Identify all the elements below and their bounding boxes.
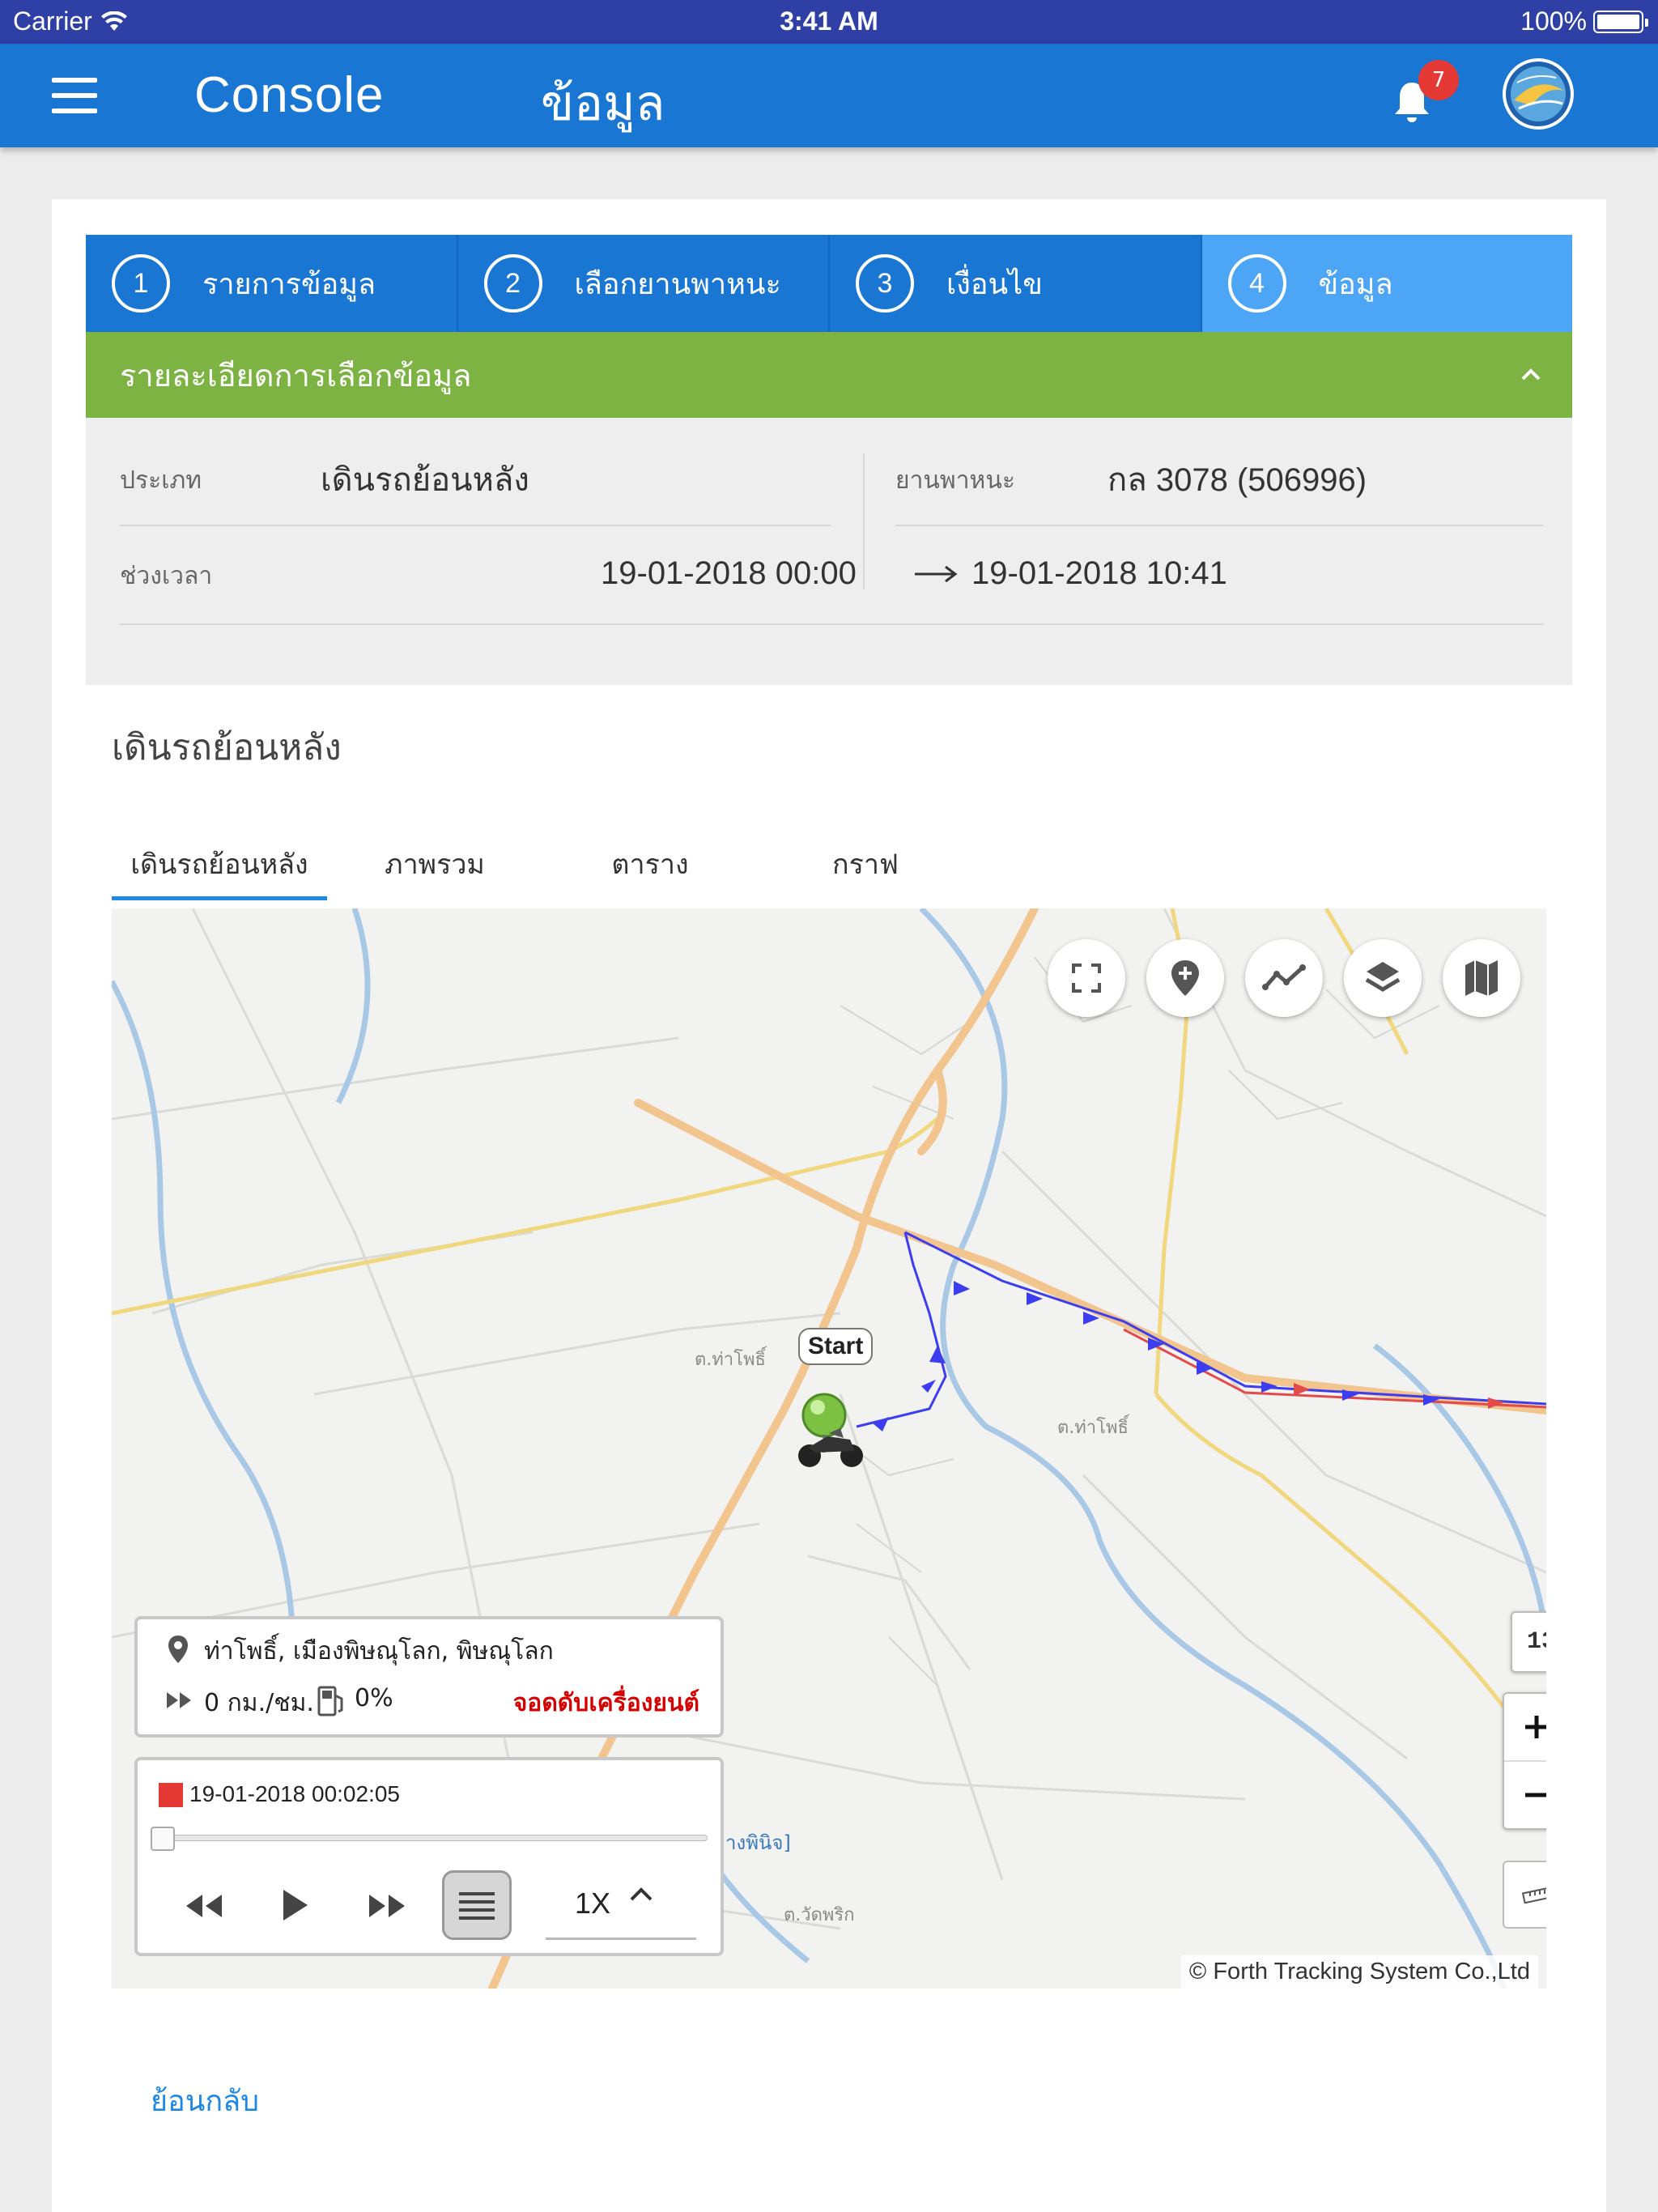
battery-indicator: 100% xyxy=(1520,6,1648,36)
battery-icon xyxy=(1593,10,1648,33)
list-button[interactable] xyxy=(442,1870,512,1940)
back-link[interactable]: ย้อนกลับ xyxy=(151,2078,259,2124)
tab-playback[interactable]: เดินรถย้อนหลัง xyxy=(112,839,327,900)
map-pin-icon xyxy=(1171,960,1199,996)
location-button[interactable] xyxy=(1146,939,1224,1017)
tab-bar: เดินรถย้อนหลัง ภาพรวม ตาราง กราฟ xyxy=(112,839,973,900)
section-title: เดินรถย้อนหลัง xyxy=(112,727,342,768)
zoom-in-button[interactable] xyxy=(1504,1694,1546,1762)
notification-badge: 7 xyxy=(1418,60,1459,100)
location-text: ท่าโพธิ์, เมืองพิษณุโลก, พิษณุโลก xyxy=(204,1637,554,1665)
rewind-icon[interactable] xyxy=(183,1891,225,1921)
speed-text: 0 กม./ชม. xyxy=(204,1689,314,1717)
map-icon xyxy=(1465,960,1498,996)
place-label: ต.ท่าโพธิ์ xyxy=(695,1346,767,1370)
divider xyxy=(863,453,865,589)
minus-icon xyxy=(1525,1793,1546,1797)
engine-status: จอดดับเครื่องยนต์ xyxy=(512,1689,699,1717)
speed-selector[interactable]: 1X xyxy=(546,1870,696,1940)
step-1[interactable]: 1 รายการข้อมูล xyxy=(86,235,458,332)
arrow-right-icon xyxy=(915,565,958,583)
slider-handle[interactable] xyxy=(151,1827,175,1851)
step-number: 3 xyxy=(856,254,914,313)
zoom-control xyxy=(1503,1692,1546,1830)
start-marker-label: Start xyxy=(798,1328,874,1365)
fast-forward-icon[interactable] xyxy=(366,1891,408,1921)
step-label: รายการข้อมูล xyxy=(202,267,376,301)
status-color-icon xyxy=(159,1783,183,1807)
map-pin-icon xyxy=(168,1636,188,1663)
layers-icon xyxy=(1365,962,1401,992)
chevron-up-icon xyxy=(630,1887,653,1901)
route-button[interactable] xyxy=(1245,939,1323,1017)
plus-icon xyxy=(1525,1716,1546,1738)
divider xyxy=(120,525,831,526)
status-bar: Carrier 3:41 AM 100% xyxy=(0,0,1658,44)
step-label: ข้อมูล xyxy=(1318,267,1393,301)
place-label: างพินิจ] xyxy=(725,1831,791,1854)
tab-graph[interactable]: กราฟ xyxy=(758,839,973,900)
measure-button[interactable] xyxy=(1503,1861,1546,1929)
step-label: เงื่อนไข xyxy=(946,267,1043,301)
page-title: ข้อมูล xyxy=(541,75,665,132)
playback-slider[interactable] xyxy=(157,1835,708,1841)
play-icon[interactable] xyxy=(280,1888,311,1922)
map-type-button[interactable] xyxy=(1443,939,1520,1017)
battery-percent: 100% xyxy=(1520,6,1587,36)
step-number: 1 xyxy=(112,254,170,313)
fuel-icon xyxy=(317,1686,343,1716)
logo-icon xyxy=(1506,62,1571,126)
step-number: 2 xyxy=(483,254,542,313)
type-value: เดินรถย้อนหลัง xyxy=(321,462,529,499)
details-header-label: รายละเอียดการเลือกข้อมูล xyxy=(120,357,472,393)
fast-forward-icon xyxy=(167,1692,191,1708)
list-icon xyxy=(459,1892,495,1920)
place-label: ต.วัดพริก xyxy=(784,1905,855,1925)
stepper: 1 รายการข้อมูล 2 เลือกยานพาหนะ 3 เงื่อนไ… xyxy=(86,235,1572,332)
menu-icon[interactable] xyxy=(52,78,97,113)
divider xyxy=(895,525,1543,526)
map-attribution: © Forth Tracking System Co.,Ltd xyxy=(1180,1955,1538,1989)
content-card: 1 รายการข้อมูล 2 เลือกยานพาหนะ 3 เงื่อนไ… xyxy=(52,199,1606,2212)
step-label: เลือกยานพาหนะ xyxy=(574,267,781,301)
step-2[interactable]: 2 เลือกยานพาหนะ xyxy=(457,235,830,332)
layers-button[interactable] xyxy=(1344,939,1422,1017)
app-bar: Console ข้อมูล 7 xyxy=(0,44,1658,147)
playback-timestamp: 19-01-2018 00:02:05 xyxy=(189,1781,400,1806)
tab-table[interactable]: ตาราง xyxy=(542,839,758,900)
app-title: Console xyxy=(194,67,385,123)
zoom-level: 13 xyxy=(1511,1611,1546,1673)
period-to: 19-01-2018 10:41 xyxy=(971,555,1227,591)
vehicle-value: กล 3078 (506996) xyxy=(1107,462,1367,498)
details-header[interactable]: รายละเอียดการเลือกข้อมูล xyxy=(86,332,1572,418)
vehicle-label: ยานพาหนะ xyxy=(895,466,1015,495)
place-label: ต.ท่าโพธิ์ xyxy=(1057,1414,1130,1438)
type-label: ประเภท xyxy=(120,466,202,495)
route-line-icon xyxy=(1262,964,1306,990)
zoom-out-button[interactable] xyxy=(1504,1762,1546,1828)
avatar[interactable] xyxy=(1503,58,1574,130)
map-view[interactable]: ต.ท่าโพธิ์ ต.ท่าโพธิ์ ต.วัดพริก างพินิจ]… xyxy=(112,908,1546,1989)
step-4[interactable]: 4 ข้อมูล xyxy=(1201,235,1572,332)
speed-multiplier: 1X xyxy=(575,1887,611,1920)
step-number: 4 xyxy=(1227,254,1286,313)
chevron-up-icon[interactable] xyxy=(1519,363,1543,387)
fullscreen-icon xyxy=(1072,963,1101,993)
playback-panel: 19-01-2018 00:02:05 1X xyxy=(134,1757,724,1956)
tab-overview[interactable]: ภาพรวม xyxy=(327,839,542,900)
period-from: 19-01-2018 00:00 xyxy=(601,555,857,591)
details-body: ประเภท เดินรถย้อนหลัง ยานพาหนะ กล 3078 (… xyxy=(86,418,1572,685)
period-label: ช่วงเวลา xyxy=(120,562,213,590)
status-time: 3:41 AM xyxy=(780,6,878,36)
fuel-text: 0% xyxy=(355,1684,393,1712)
step-3[interactable]: 3 เงื่อนไข xyxy=(830,235,1202,332)
vehicle-info-panel: ท่าโพธิ์, เมืองพิษณุโลก, พิษณุโลก 0 กม./… xyxy=(134,1616,724,1738)
fullscreen-button[interactable] xyxy=(1048,939,1125,1017)
divider xyxy=(120,623,1543,625)
ruler-icon xyxy=(1522,1887,1546,1904)
